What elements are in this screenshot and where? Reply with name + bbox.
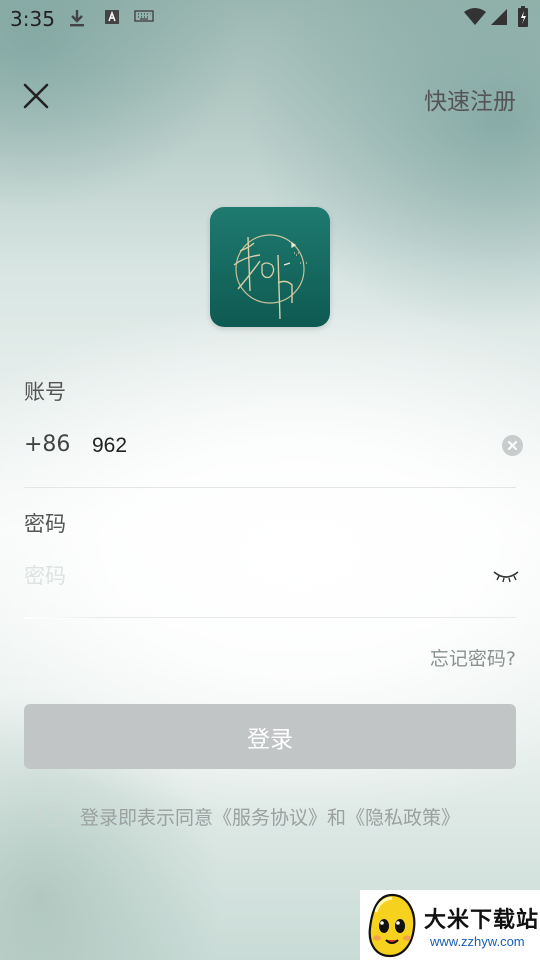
- keyboard-icon: [134, 8, 154, 28]
- account-label: 账号: [24, 380, 66, 404]
- forgot-password-link[interactable]: 忘记密码?: [430, 644, 516, 671]
- password-focus-line: [24, 617, 104, 619]
- country-code[interactable]: +86: [24, 432, 70, 457]
- status-time: 3:35: [10, 7, 55, 31]
- clear-icon: [508, 441, 517, 450]
- battery-icon: [517, 6, 529, 32]
- status-bar: 3:35: [0, 0, 540, 38]
- service-agreement-link[interactable]: 《服务协议》: [213, 807, 327, 829]
- password-label: 密码: [24, 512, 66, 536]
- download-icon: [68, 8, 86, 32]
- close-button[interactable]: [20, 80, 52, 112]
- agreement-checkbox[interactable]: [40, 802, 64, 826]
- watermark: 大米下载站 www.zzhyw.com: [360, 890, 540, 960]
- app-logo: [210, 207, 330, 327]
- signal-icon: [489, 7, 509, 31]
- phone-input[interactable]: [92, 428, 482, 464]
- quick-register-link[interactable]: 快速注册: [424, 82, 516, 116]
- agreement-text: 登录即表示同意《服务协议》和《隐私政策》: [80, 803, 460, 830]
- password-input[interactable]: [24, 558, 464, 594]
- agreement-and: 和: [327, 807, 347, 829]
- watermark-url: www.zzhyw.com: [430, 934, 525, 949]
- agreement-prefix: 登录即表示同意: [80, 807, 214, 829]
- wifi-icon: [463, 7, 487, 31]
- clear-input-button[interactable]: [502, 435, 523, 456]
- privacy-policy-link[interactable]: 《隐私政策》: [346, 807, 460, 829]
- account-divider: [24, 487, 516, 488]
- login-button[interactable]: 登录: [24, 704, 516, 769]
- app-notification-icon: [104, 8, 120, 30]
- close-icon: [23, 83, 49, 109]
- app-logo-icon: [233, 234, 307, 320]
- mascot-logo-icon: [368, 893, 416, 958]
- eye-closed-icon: [493, 571, 519, 583]
- watermark-title: 大米下载站: [424, 908, 540, 933]
- password-visibility-toggle[interactable]: [492, 566, 520, 586]
